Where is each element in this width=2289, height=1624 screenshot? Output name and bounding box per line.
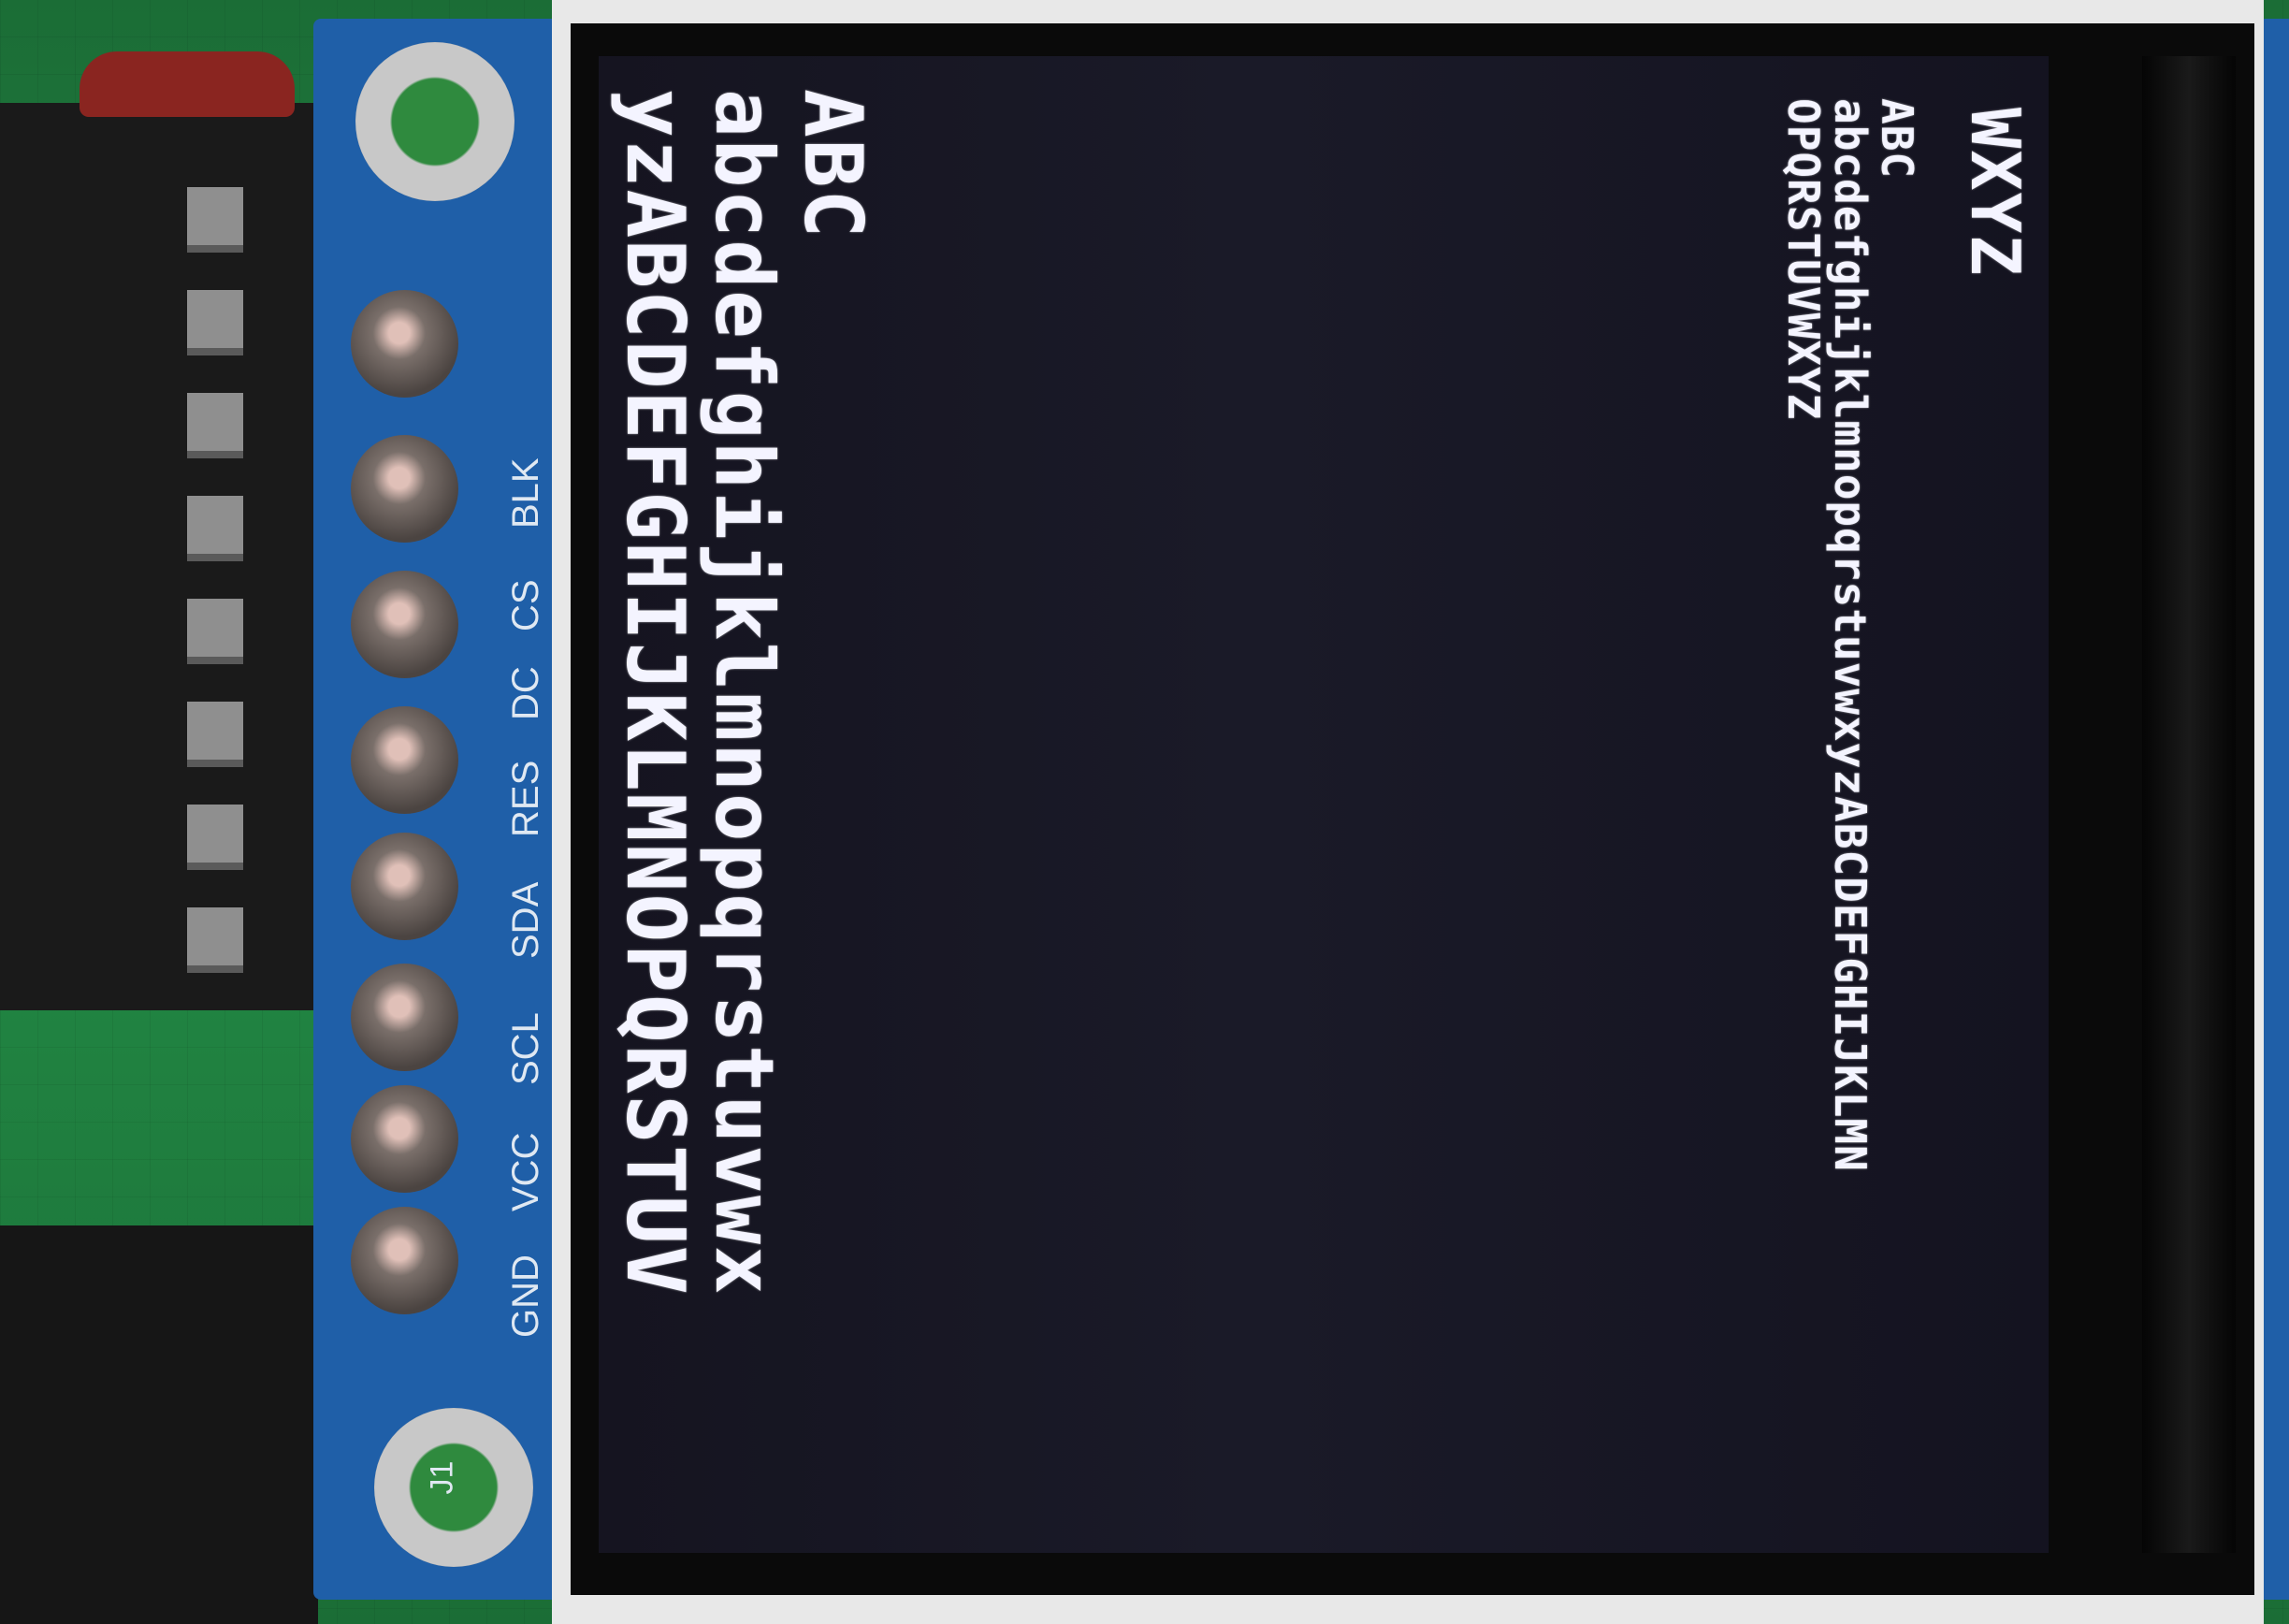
solder-pad [351,833,458,940]
glass-edge [2142,56,2236,1553]
connector-pin [187,393,243,458]
display-line-small: OPQRSTUVWXYZ [1778,98,1829,421]
solder-pad [351,1207,458,1314]
pin-label-sda: SDA [505,881,546,959]
connector-pin [187,599,243,664]
display-line-small: abcdefghijklmnopqrstuvwxyzABCDEFGHIJKLMN [1825,98,1876,1172]
solder-pad [351,706,458,814]
pin-label-scl: SCL [505,1012,546,1085]
connector-pin [187,702,243,767]
lcd-screen: ABC abcdefghijklmnopqrstuvwx yzABCDEFGHI… [599,56,2049,1553]
solder-pad [351,571,458,678]
red-capacitor [80,51,295,117]
ribbon-connector [0,103,342,1010]
display-line-large: ABC [786,89,879,240]
connector-pin [187,496,243,561]
connector-pin [187,907,243,973]
solder-pad [351,290,458,398]
pin-label-vcc: VCC [505,1132,546,1211]
display-line-large: abcdefghijklmnopqrstuvwx [697,89,790,1297]
solder-pad [351,964,458,1071]
pin-label-cs: CS [505,579,546,631]
connector-silkscreen-label: J1 [424,1460,460,1495]
header-connector [0,1225,318,1624]
solder-pad [351,435,458,543]
connector-pin [187,805,243,870]
connector-pin [187,290,243,355]
pin-label-blk: BLK [505,457,546,529]
display-line-small: ABC [1872,98,1922,180]
pin-label-dc: DC [505,666,546,720]
solder-pad [351,1085,458,1193]
mounting-hole [355,42,514,201]
display-line-large: yzABCDEFGHIJKLMNOPQRSTUV [608,89,702,1297]
display-corner-text: WXYZ [1956,108,2035,278]
pin-label-gnd: GND [505,1254,546,1338]
pin-label-res: RES [505,760,546,837]
connector-pin [187,187,243,253]
